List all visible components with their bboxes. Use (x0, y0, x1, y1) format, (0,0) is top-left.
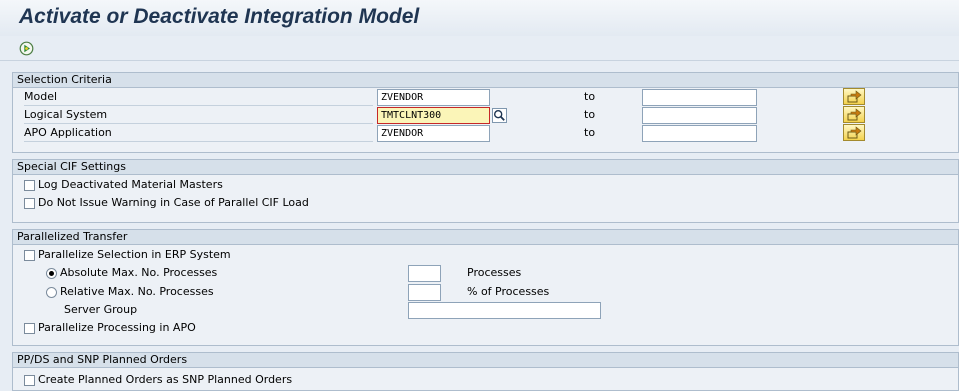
create-snp-orders-checkbox[interactable] (24, 375, 35, 386)
special-cif-settings-title: Special CIF Settings (13, 160, 958, 175)
log-deactivated-checkbox[interactable] (24, 180, 35, 191)
apo-application-from-input[interactable]: ZVENDOR (377, 125, 490, 142)
model-to-input[interactable] (642, 89, 757, 106)
logical-system-from-input[interactable]: TMTCLNT300 (377, 107, 490, 124)
absolute-processes-radio[interactable] (46, 268, 57, 279)
model-label: Model (24, 90, 58, 103)
logical-system-multiple-selection-button[interactable] (843, 106, 865, 123)
apo-application-to-input[interactable] (642, 125, 757, 142)
relative-processes-input[interactable] (408, 284, 441, 301)
no-parallel-warning-checkbox[interactable] (24, 198, 35, 209)
model-multiple-selection-button[interactable] (843, 88, 865, 105)
server-group-input[interactable] (408, 302, 601, 319)
search-icon (493, 109, 505, 121)
title-bar: Activate or Deactivate Integration Model (0, 0, 959, 36)
logical-system-label: Logical System (24, 108, 108, 121)
log-deactivated-label: Log Deactivated Material Masters (38, 178, 223, 191)
create-snp-orders-label: Create Planned Orders as SNP Planned Ord… (38, 373, 293, 386)
relative-processes-unit: % of Processes (467, 285, 550, 298)
no-parallel-warning-label: Do Not Issue Warning in Case of Parallel… (38, 196, 309, 209)
arrow-right-icon (847, 108, 862, 121)
parallelize-apo-label: Parallelize Processing in APO (38, 321, 196, 334)
planned-orders-group: PP/DS and SNP Planned Orders Create Plan… (12, 352, 959, 391)
page-title: Activate or Deactivate Integration Model (19, 5, 420, 28)
application-toolbar (0, 36, 959, 61)
execute-icon[interactable] (19, 41, 34, 56)
relative-processes-label: Relative Max. No. Processes (60, 285, 214, 298)
absolute-processes-input[interactable] (408, 265, 441, 282)
model-to-label: to (584, 90, 596, 103)
arrow-right-icon (847, 90, 862, 103)
special-cif-settings-group: Special CIF Settings Log Deactivated Mat… (12, 159, 959, 223)
model-from-input[interactable]: ZVENDOR (377, 89, 490, 106)
model-label-cell (24, 89, 373, 106)
arrow-right-icon (847, 126, 862, 139)
parallelize-erp-checkbox[interactable] (24, 250, 35, 261)
logical-system-search-help-button[interactable] (492, 108, 507, 123)
logical-system-to-label: to (584, 108, 596, 121)
server-group-label: Server Group (64, 303, 138, 316)
relative-processes-radio[interactable] (46, 287, 57, 298)
parallelize-erp-label: Parallelize Selection in ERP System (38, 248, 231, 261)
selection-criteria-group: Selection Criteria Model ZVENDOR to Logi… (12, 72, 959, 153)
absolute-processes-label: Absolute Max. No. Processes (60, 266, 218, 279)
selection-criteria-title: Selection Criteria (13, 73, 958, 88)
apo-application-to-label: to (584, 126, 596, 139)
apo-application-multiple-selection-button[interactable] (843, 124, 865, 141)
absolute-processes-unit: Processes (467, 266, 522, 279)
logical-system-to-input[interactable] (642, 107, 757, 124)
planned-orders-title: PP/DS and SNP Planned Orders (13, 353, 958, 368)
parallelized-transfer-group: Parallelized Transfer Parallelize Select… (12, 229, 959, 346)
apo-application-label: APO Application (24, 126, 112, 139)
parallelized-transfer-title: Parallelized Transfer (13, 230, 958, 245)
parallelize-apo-checkbox[interactable] (24, 323, 35, 334)
